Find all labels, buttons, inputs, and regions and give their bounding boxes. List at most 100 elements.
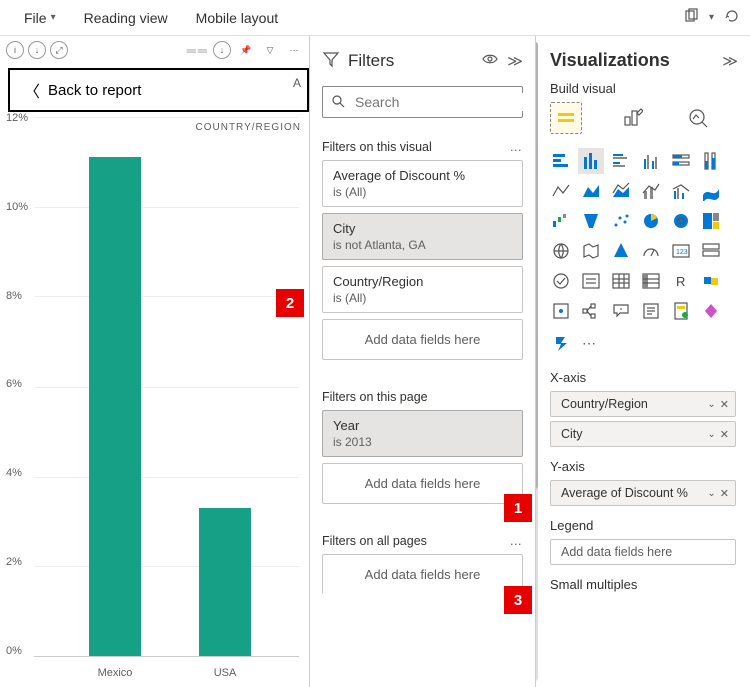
viz-clustered-column-icon[interactable] xyxy=(638,148,664,174)
chevron-down-icon[interactable]: ⌄ xyxy=(707,399,715,410)
viz-funnel-icon[interactable] xyxy=(578,208,604,234)
tab-analytics[interactable] xyxy=(682,102,714,134)
viz-stacked-area-icon[interactable] xyxy=(608,178,634,204)
viz-arcgis-icon[interactable] xyxy=(698,298,724,324)
viz-kpi-icon[interactable] xyxy=(548,268,574,294)
menu-mobile-layout[interactable]: Mobile layout xyxy=(182,10,293,26)
viz-matrix-icon[interactable] xyxy=(638,268,664,294)
xaxis-field-country[interactable]: Country/Region ⌄ ✕ xyxy=(550,391,736,417)
chevron-down-icon[interactable]: ▾ xyxy=(709,12,714,23)
viz-line-icon[interactable] xyxy=(548,178,574,204)
filter-funnel-icon[interactable]: ▽ xyxy=(261,41,279,59)
small-multiples-label: Small multiples xyxy=(550,577,736,592)
svg-text:123: 123 xyxy=(676,249,688,256)
collapse-icon[interactable]: ≫ xyxy=(722,52,738,70)
filter-card-discount[interactable]: Average of Discount % is (All) xyxy=(322,160,523,207)
yaxis-field-discount[interactable]: Average of Discount % ⌄ ✕ xyxy=(550,480,736,506)
viz-python-icon[interactable] xyxy=(698,268,724,294)
add-filter-drop[interactable]: Add data fields here xyxy=(322,463,523,504)
viz-treemap-icon[interactable] xyxy=(698,208,724,234)
collapse-icon[interactable]: ≫ xyxy=(507,52,523,70)
legend-add-drop[interactable]: Add data fields here xyxy=(550,539,736,565)
more-icon[interactable]: ⋯ xyxy=(582,335,596,352)
viz-type-grid: 123 R xyxy=(536,144,738,330)
viz-ribbon-icon[interactable] xyxy=(698,178,724,204)
add-filter-drop[interactable]: Add data fields here xyxy=(322,554,523,594)
back-to-report-button[interactable]: 〈 Back to report xyxy=(8,68,309,112)
filter-card-year[interactable]: Year is 2013 xyxy=(322,410,523,457)
more-icon[interactable]: … xyxy=(510,534,524,548)
filter-card-country[interactable]: Country/Region is (All) xyxy=(322,266,523,313)
viz-slicer-icon[interactable] xyxy=(578,268,604,294)
viz-table-icon[interactable] xyxy=(608,268,634,294)
viz-smart-narrative-icon[interactable] xyxy=(638,298,664,324)
viz-donut-icon[interactable] xyxy=(668,208,694,234)
viz-qa-icon[interactable] xyxy=(608,298,634,324)
y-tick: 12% xyxy=(6,112,28,124)
search-input[interactable] xyxy=(353,93,536,111)
chevron-down-icon[interactable]: ⌄ xyxy=(707,488,715,499)
legend-label: Legend xyxy=(550,518,736,533)
tab-build-visual[interactable] xyxy=(550,102,582,134)
x-tick: USA xyxy=(199,667,251,679)
viz-pie-icon[interactable] xyxy=(638,208,664,234)
bar-chart[interactable]: 12% 10% 8% 6% 4% 2% 0% Mexico USA xyxy=(0,112,309,687)
viz-line-clustered-column-icon[interactable] xyxy=(668,178,694,204)
viz-100-stacked-column-icon[interactable] xyxy=(698,148,724,174)
copy-icon[interactable] xyxy=(683,8,699,27)
viz-card-icon[interactable]: 123 xyxy=(668,238,694,264)
viz-waterfall-icon[interactable] xyxy=(548,208,574,234)
bar-mexico[interactable] xyxy=(89,157,141,656)
filters-search[interactable] xyxy=(322,86,523,118)
drag-handle-icon[interactable]: ══ xyxy=(72,43,209,58)
viz-filled-map-icon[interactable] xyxy=(578,238,604,264)
viz-map-icon[interactable] xyxy=(548,238,574,264)
add-filter-drop[interactable]: Add data fields here xyxy=(322,319,523,360)
chevron-down-icon[interactable]: ⌄ xyxy=(707,429,715,440)
viz-100-stacked-bar-icon[interactable] xyxy=(668,148,694,174)
viz-scatter-icon[interactable] xyxy=(608,208,634,234)
viz-paginated-report-icon[interactable] xyxy=(668,298,694,324)
viz-key-influencers-icon[interactable] xyxy=(548,298,574,324)
menu-file[interactable]: File ▾ xyxy=(10,10,70,26)
scrollbar[interactable] xyxy=(536,42,538,681)
remove-icon[interactable]: ✕ xyxy=(720,487,729,500)
viz-r-icon[interactable]: R xyxy=(668,268,694,294)
viz-multi-row-card-icon[interactable] xyxy=(698,238,724,264)
back-button-label: Back to report xyxy=(48,82,141,99)
viz-clustered-bar-icon[interactable] xyxy=(608,148,634,174)
add-label: Add data fields here xyxy=(561,545,729,559)
viz-stacked-bar-icon[interactable] xyxy=(548,148,574,174)
viz-decomposition-tree-icon[interactable] xyxy=(578,298,604,324)
bar-usa[interactable] xyxy=(199,508,251,656)
more-icon[interactable]: … xyxy=(510,140,524,154)
y-tick: 4% xyxy=(6,467,28,479)
info-icon[interactable]: i xyxy=(6,41,24,59)
eye-icon[interactable] xyxy=(481,50,499,72)
tab-format-visual[interactable] xyxy=(616,102,648,134)
pin-icon[interactable]: 📌 xyxy=(237,41,255,59)
menu-reading-view[interactable]: Reading view xyxy=(70,10,182,26)
viz-azure-map-icon[interactable] xyxy=(608,238,634,264)
filter-value: is not Atlanta, GA xyxy=(333,238,512,252)
expand-icon[interactable]: ⤢ xyxy=(50,41,68,59)
menu-file-label: File xyxy=(24,10,47,26)
more-icon[interactable]: ⋯ xyxy=(285,41,303,59)
refresh-icon[interactable] xyxy=(724,8,740,27)
x-tick: Mexico xyxy=(89,667,141,679)
viz-area-icon[interactable] xyxy=(578,178,604,204)
y-axis: 12% 10% 8% 6% 4% 2% 0% xyxy=(6,112,28,657)
viz-stacked-column-icon[interactable] xyxy=(578,148,604,174)
add-label: Add data fields here xyxy=(365,567,481,582)
viz-gauge-icon[interactable] xyxy=(638,238,664,264)
filter-card-city[interactable]: City is not Atlanta, GA xyxy=(322,213,523,260)
annotation-marker-3: 3 xyxy=(504,586,532,614)
viz-line-column-icon[interactable] xyxy=(638,178,664,204)
drill-down-icon[interactable]: ↓ xyxy=(28,41,46,59)
xaxis-field-city[interactable]: City ⌄ ✕ xyxy=(550,421,736,447)
y-tick: 6% xyxy=(6,378,28,390)
export-icon[interactable]: ↓ xyxy=(213,41,231,59)
remove-icon[interactable]: ✕ xyxy=(720,398,729,411)
remove-icon[interactable]: ✕ xyxy=(720,428,729,441)
viz-power-automate-icon[interactable] xyxy=(550,330,576,356)
